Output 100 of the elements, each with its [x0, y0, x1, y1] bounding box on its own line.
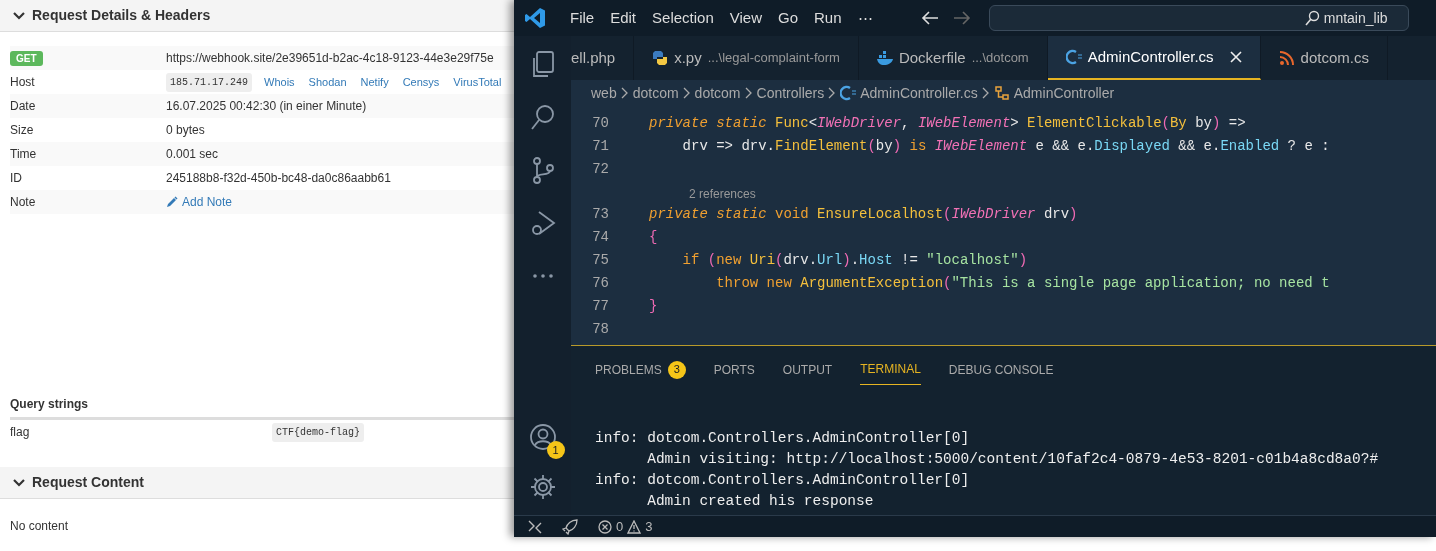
ip-address: 185.71.17.249 [166, 72, 252, 92]
breadcrumb-item[interactable]: Controllers [756, 82, 825, 104]
panel-tab[interactable]: OUTPUT [782, 354, 833, 385]
terminal-line: info: dotcom.Controllers.AdminController[0] [595, 471, 971, 490]
menu-item[interactable]: Edit [602, 6, 645, 30]
add-note-link[interactable]: Add Note [166, 193, 233, 211]
notification-badge: 1 [546, 441, 565, 459]
field-value: 245188b8-f32d-450b-bc48-da0c86aabb61 [166, 170, 391, 187]
problems-status[interactable]: 0 3 [598, 516, 653, 537]
file-path: ...\dotcom [971, 49, 1029, 68]
line-number: 72 [591, 160, 610, 179]
breadcrumb-item[interactable]: dotcom [632, 82, 679, 104]
line-number: 73 [591, 205, 610, 224]
forward-arrow-icon[interactable] [952, 11, 971, 25]
search-icon [1303, 10, 1320, 26]
panel-tab[interactable]: TERMINAL [860, 354, 921, 385]
terminal-line: Admin created his response [646, 492, 875, 511]
section-header[interactable]: Request Content [0, 467, 514, 499]
warning-count: 3 [645, 517, 653, 536]
file-tab[interactable]: Dockerfile ...\dotcom [858, 36, 1048, 80]
menu-item[interactable]: Run [806, 6, 850, 30]
file-tab[interactable]: ell.php [571, 36, 635, 80]
back-arrow-icon[interactable] [920, 11, 939, 25]
lookup-link[interactable]: Whois [264, 73, 295, 91]
menu-item[interactable]: ⋯ [849, 6, 881, 30]
whale-file-icon [876, 50, 893, 66]
field-value: 16.07.2025 00:42:30 (in einer Minute) [166, 98, 367, 115]
search-icon[interactable] [528, 103, 557, 131]
references-lens[interactable]: 2 references [571, 181, 1436, 203]
error-count: 0 [616, 517, 624, 536]
field-label: ID [10, 170, 23, 187]
lookup-link[interactable]: VirusTotal [453, 73, 502, 91]
terminal-line: info: dotcom.Controllers.AdminController[0] [595, 429, 971, 448]
file-tab[interactable]: dotcom.cs [1260, 36, 1388, 80]
count-badge: 3 [667, 360, 686, 379]
subsection-title: Query strings [10, 395, 514, 420]
chevron-right-icon [744, 87, 753, 99]
breadcrumb-item[interactable]: AdminController.cs [860, 82, 978, 104]
code-line: drv => drv.FindElement(by) is IWebElement e && e.Displayed && e.Enabled ? e : [681, 137, 1330, 156]
field-label: Time [10, 146, 38, 163]
chevron-right-icon [682, 87, 691, 99]
chevron-right-icon [620, 87, 629, 99]
error-icon [598, 519, 612, 534]
field-label: Size [10, 122, 35, 139]
feed-file-icon [1278, 50, 1295, 66]
python-file-icon [652, 50, 669, 66]
close-icon[interactable] [1229, 51, 1242, 63]
section-header[interactable]: Request Details & Headers [0, 0, 514, 32]
menu-item[interactable]: Go [770, 6, 806, 30]
menu-item[interactable]: View [721, 6, 770, 30]
line-number: 74 [591, 228, 610, 247]
rocket-icon[interactable] [562, 518, 578, 535]
line-number: 75 [591, 251, 610, 270]
code-line: } [649, 297, 658, 316]
line-number: 71 [591, 137, 610, 156]
field-label: Date [10, 98, 37, 115]
query-value: CTF{demo-flag} [272, 422, 364, 442]
empty-content-text: No content [9, 518, 70, 535]
lookup-link[interactable]: Censys [402, 73, 440, 91]
chevron-right-icon [828, 87, 837, 99]
code-line: { [649, 228, 658, 247]
terminal-line: Admin visiting: http://localhost:5000/content/10faf2c4-0879-4e53-8201-c01b4a8cd8a0?# [646, 450, 1380, 469]
field-value: 0 bytes [166, 122, 205, 139]
pencil-icon [166, 196, 178, 208]
line-number: 76 [591, 274, 610, 293]
line-number: 78 [591, 320, 610, 339]
line-number: 77 [591, 297, 610, 316]
lookup-link[interactable]: Shodan [308, 73, 347, 91]
method-label: GET [10, 51, 43, 66]
request-url-link[interactable]: https://webhook.site/2e39651d-b2ac-4c18-9123-44e3e29f75e [166, 49, 494, 67]
warning-icon [627, 519, 642, 534]
file-tab[interactable]: x.py ...\legal-complaint-form [634, 36, 859, 80]
panel-tab[interactable]: PORTS [713, 354, 755, 385]
file-path: ...\legal-complaint-form [707, 49, 840, 68]
settings-icon[interactable] [528, 473, 557, 501]
field-label: Host [10, 74, 36, 91]
class-icon [993, 85, 1010, 101]
field-value: 0.001 sec [166, 146, 219, 163]
menu-item[interactable]: File [562, 6, 603, 30]
panel-tab[interactable]: PROBLEMS 3 [595, 354, 686, 385]
search-field[interactable]: mntain_lib [988, 5, 1409, 31]
remote-icon[interactable] [528, 519, 542, 534]
breadcrumb-item[interactable]: AdminController [1013, 82, 1115, 104]
code-line: private static Func<IWebDriver, IWebElement> ElementClickable(By by) => [649, 114, 1246, 133]
code-line: throw new ArgumentException("This is a single page application; no need t [715, 274, 1330, 293]
code-line: private static void EnsureLocalhost(IWebDriver drv) [649, 205, 1078, 224]
field-label: Note [10, 194, 37, 211]
query-key: flag [10, 423, 272, 441]
section-title: Request Details & Headers [32, 6, 211, 25]
breadcrumb-item[interactable]: web [591, 82, 617, 104]
breadcrumb-item[interactable]: dotcom [694, 82, 741, 104]
lookup-link[interactable]: Netify [360, 73, 389, 91]
app-logo-icon[interactable] [524, 7, 546, 29]
line-number: 70 [591, 114, 610, 133]
panel-tab[interactable]: DEBUG CONSOLE [948, 354, 1054, 385]
section-title: Request Content [32, 473, 144, 492]
file-tab[interactable]: AdminController.cs [1047, 36, 1261, 80]
menu-item[interactable]: Selection [644, 6, 722, 30]
code-line: if (new Uri(drv.Url).Host != "localhost") [681, 251, 1028, 270]
csharp-file-icon [840, 85, 857, 101]
